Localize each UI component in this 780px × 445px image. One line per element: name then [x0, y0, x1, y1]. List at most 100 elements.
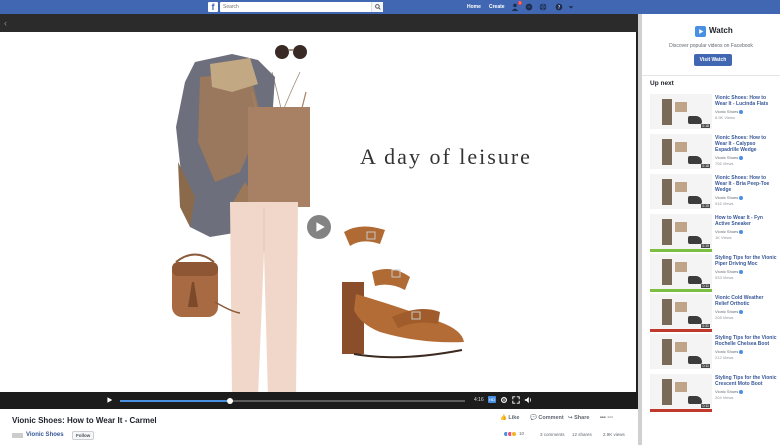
thumbnail-brand-bar	[650, 329, 712, 332]
video-thumbnail[interactable]: 0:11	[650, 374, 712, 412]
thumbnail-top-image	[675, 102, 687, 112]
progress-scrubber[interactable]	[120, 398, 465, 404]
facebook-logo-icon[interactable]: f	[208, 2, 218, 12]
up-next-item[interactable]: 0:15 Vionic Shoes: How to Wear It - Bria …	[650, 174, 778, 214]
friend-requests-icon[interactable]: 1	[511, 1, 522, 11]
up-next-item[interactable]: 0:19 How to Wear It - Fyn Active Sneaker V…	[650, 214, 778, 254]
up-next-title-link[interactable]: Vionic Shoes: How to Wear It - Lucinda F…	[715, 95, 777, 107]
up-next-item[interactable]: 0:11 Styling Tips for the Vionic Piper Dr…	[650, 254, 778, 294]
thumbnail-top-image	[675, 302, 687, 312]
player-top-strip: ‹	[0, 14, 638, 32]
up-next-channel[interactable]: Vionic Shoes	[715, 155, 777, 160]
verified-badge-icon	[739, 389, 744, 394]
verified-badge-icon	[739, 109, 744, 114]
thumbnail-top-image	[675, 342, 687, 352]
search-input[interactable]	[220, 2, 370, 12]
page-name-link[interactable]: Vionic Shoes	[26, 432, 64, 438]
up-next-item[interactable]: 0:11 Styling Tips for the Vionic Rochelle…	[650, 334, 778, 374]
video-thumbnail[interactable]: 0:11	[650, 334, 712, 372]
thumbnail-outfit-image	[662, 339, 672, 365]
up-next-title-link[interactable]: Vionic Shoes: How to Wear It - Calypso E…	[715, 135, 777, 153]
thumbnail-top-image	[675, 382, 687, 392]
thumbnail-outfit-image	[662, 219, 672, 245]
verified-badge-icon	[739, 269, 744, 274]
video-time: 4:16	[474, 397, 484, 403]
handbag-image	[172, 253, 241, 317]
volume-icon[interactable]	[524, 396, 532, 404]
nav-create-link[interactable]: Create	[489, 4, 505, 10]
up-next-item[interactable]: 0:18 Vionic Shoes: How to Wear It - Lucin…	[650, 94, 778, 134]
up-next-views: 533 Views	[715, 275, 734, 280]
thumbnail-outfit-image	[662, 259, 672, 285]
progress-handle[interactable]	[227, 398, 234, 404]
comment-label: Comment	[538, 415, 564, 421]
verified-badge-icon	[739, 229, 744, 234]
search-box[interactable]	[220, 2, 383, 12]
help-icon[interactable]: ?	[555, 3, 563, 11]
search-button[interactable]	[371, 2, 383, 12]
up-next-channel[interactable]: Vionic Shoes	[715, 269, 777, 274]
up-next-item[interactable]: 0:18 Vionic Shoes: How to Wear It - Calyp…	[650, 134, 778, 174]
video-frame[interactable]: A day of leisure	[0, 32, 636, 392]
up-next-heading: Up next	[650, 80, 674, 87]
share-count[interactable]: 12 shares	[572, 432, 592, 437]
video-thumbnail[interactable]: 0:31	[650, 294, 712, 332]
up-next-text: Vionic Shoes: How to Wear It - Bria Peep…	[715, 175, 777, 206]
channel-name: Vionic Shoes	[715, 229, 739, 234]
visit-watch-button[interactable]: Visit Watch	[694, 54, 732, 66]
control-play-icon[interactable]	[106, 396, 113, 404]
hd-toggle[interactable]: HD	[488, 396, 496, 403]
up-next-text: How to Wear It - Fyn Active Sneaker Vioni…	[715, 215, 777, 240]
pants-image	[230, 202, 298, 392]
more-options-icon[interactable]: ••• ⋯	[600, 415, 613, 421]
video-thumbnail[interactable]: 0:11	[650, 254, 712, 292]
thumbnail-shoe-image	[688, 276, 702, 284]
reaction-count: 10	[519, 431, 525, 436]
account-dropdown-chevron-icon[interactable]	[567, 3, 575, 11]
up-next-channel[interactable]: Vionic Shoes	[715, 109, 777, 114]
video-thumbnail[interactable]: 0:19	[650, 214, 712, 252]
play-button[interactable]	[307, 215, 331, 239]
page-avatar[interactable]	[12, 433, 23, 438]
notifications-globe-icon[interactable]	[539, 3, 547, 11]
reaction-icons[interactable]: 10	[503, 431, 528, 437]
thumbnail-brand-bar	[650, 129, 712, 132]
back-chevron-icon[interactable]: ‹	[4, 18, 7, 28]
video-duration: 0:11	[701, 404, 710, 408]
up-next-title-link[interactable]: Styling Tips for the Vionic Crescent Mot…	[715, 375, 777, 387]
up-next-title-link[interactable]: Styling Tips for the Vionic Piper Drivin…	[715, 255, 777, 267]
follow-button[interactable]: Follow	[72, 431, 95, 440]
up-next-views: 1K Views	[715, 235, 732, 240]
thumbnail-top-image	[675, 262, 687, 272]
share-button[interactable]: ↪ Share	[568, 415, 589, 421]
comment-button[interactable]: 💬 Comment	[530, 415, 564, 421]
messenger-icon[interactable]	[525, 3, 533, 11]
up-next-views: 916 Views	[715, 201, 734, 206]
thumbnail-brand-bar	[650, 249, 712, 252]
up-next-channel[interactable]: Vionic Shoes	[715, 229, 777, 234]
notification-badge: 1	[518, 1, 522, 5]
video-thumbnail[interactable]: 0:18	[650, 94, 712, 132]
nav-home-link[interactable]: Home	[467, 4, 481, 10]
fullscreen-icon[interactable]	[512, 396, 520, 404]
up-next-views: 6.9K Views	[715, 115, 735, 120]
video-thumbnail[interactable]: 0:18	[650, 134, 712, 172]
up-next-title-link[interactable]: How to Wear It - Fyn Active Sneaker	[715, 215, 777, 227]
up-next-title-link[interactable]: Vionic Cold Weather Relief Orthotic	[715, 295, 777, 307]
up-next-channel[interactable]: Vionic Shoes	[715, 195, 777, 200]
up-next-channel[interactable]: Vionic Shoes	[715, 389, 777, 394]
up-next-channel[interactable]: Vionic Shoes	[715, 349, 777, 354]
video-title: Vionic Shoes: How to Wear It - Carmel	[12, 416, 157, 425]
up-next-title-link[interactable]: Styling Tips for the Vionic Rochelle Che…	[715, 335, 777, 347]
like-button[interactable]: 👍 Like	[500, 415, 519, 421]
settings-gear-icon[interactable]	[500, 396, 508, 404]
up-next-title-link[interactable]: Vionic Shoes: How to Wear It - Bria Peep…	[715, 175, 777, 193]
up-next-item[interactable]: 0:11 Styling Tips for the Vionic Crescent…	[650, 374, 778, 414]
video-duration: 0:18	[701, 124, 710, 128]
verified-badge-icon	[739, 155, 744, 160]
comment-count[interactable]: 3 comments	[540, 432, 565, 437]
video-thumbnail[interactable]: 0:15	[650, 174, 712, 212]
up-next-item[interactable]: 0:31 Vionic Cold Weather Relief Orthotic V…	[650, 294, 778, 334]
thumbnail-shoe-image	[688, 356, 702, 364]
up-next-channel[interactable]: Vionic Shoes	[715, 309, 777, 314]
